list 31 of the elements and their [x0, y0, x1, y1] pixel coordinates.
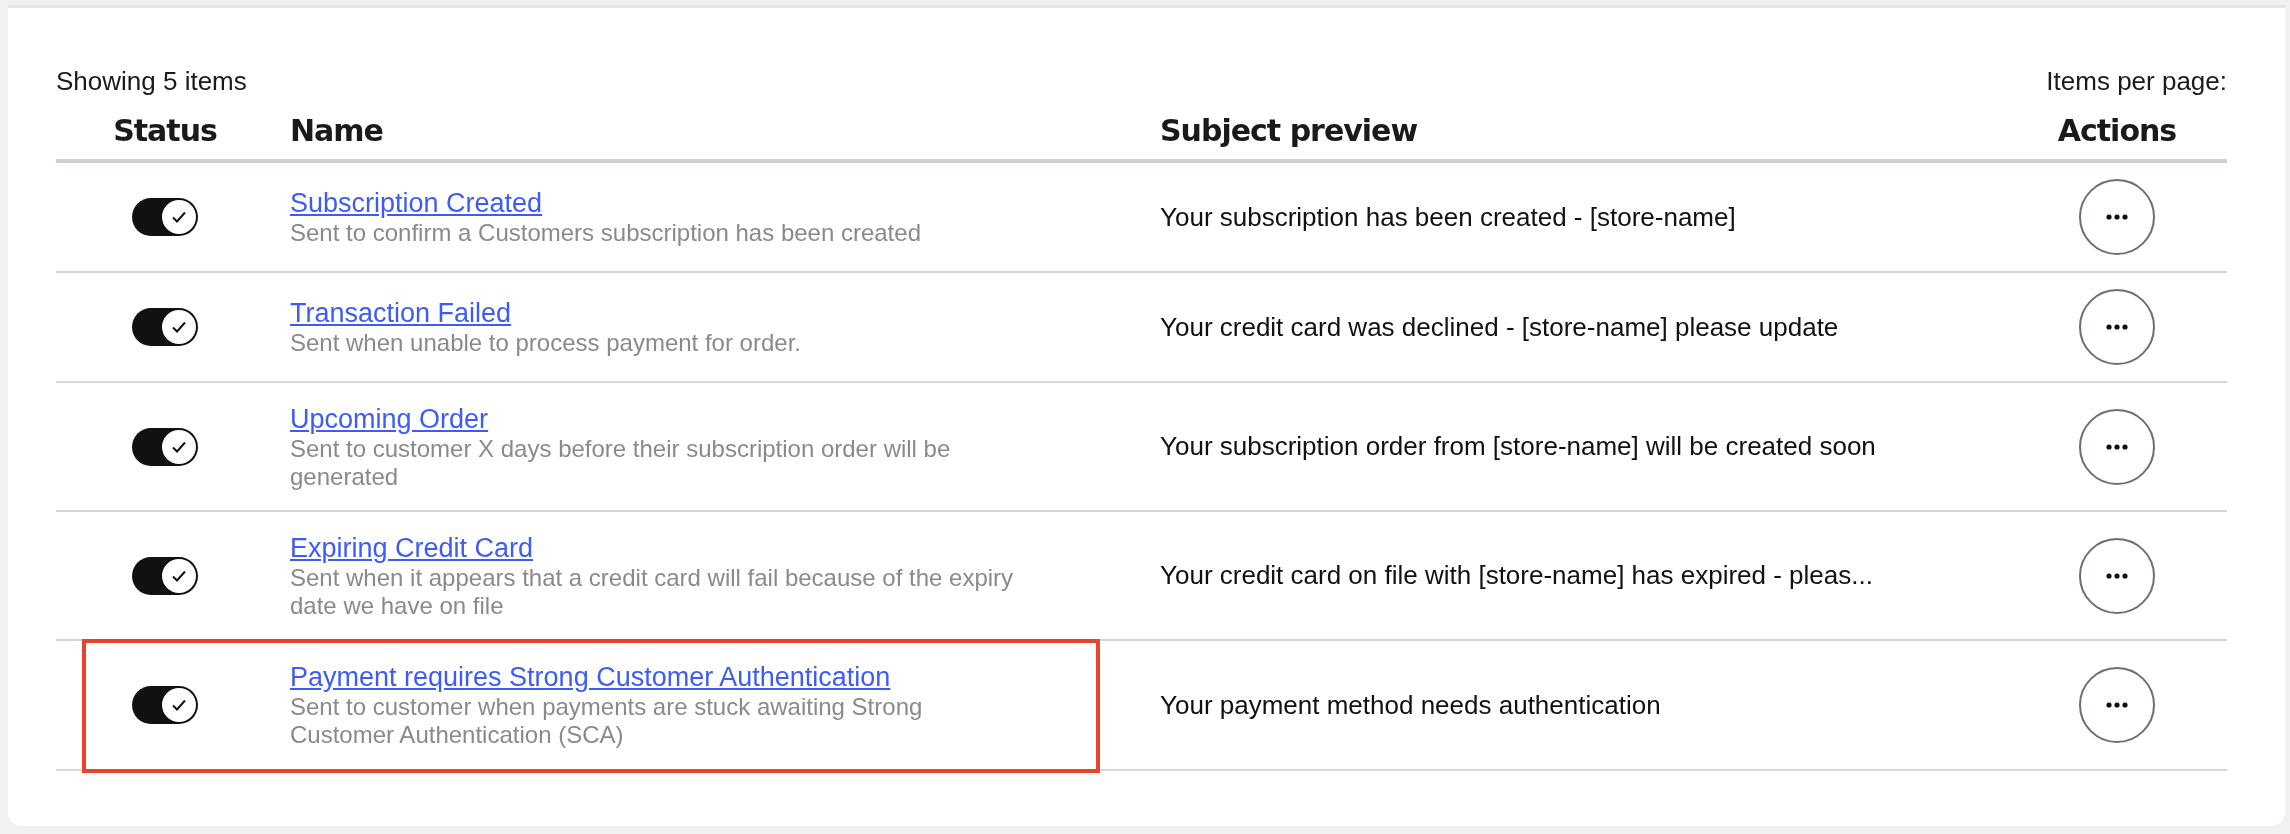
- subject-preview: Your payment method needs authentication: [1160, 689, 1661, 721]
- template-link[interactable]: Upcoming Order: [290, 402, 1030, 435]
- status-toggle[interactable]: [132, 308, 198, 346]
- template-description: Sent to confirm a Customers subscription has been created: [290, 219, 921, 247]
- more-icon: [2106, 702, 2128, 708]
- template-link[interactable]: Payment requires Strong Customer Authentication: [290, 661, 1030, 693]
- more-icon: [2106, 443, 2128, 450]
- status-toggle[interactable]: [132, 427, 198, 466]
- column-header: Status: [113, 113, 217, 148]
- template-description: Sent to customer when payments are stuck awaiting Strong Customer Authentication (SCA): [290, 693, 924, 749]
- subject-preview: Your credit card on file with [store-name] has expired - pleas...: [1160, 560, 1873, 591]
- column-header: Subject preview: [1160, 113, 1418, 148]
- template-description: Sent to customer X days before their subscription order will be generated: [290, 434, 952, 491]
- template-description: Sent when it appears that a credit card will fail because of the expiry date we have on file: [290, 563, 1015, 620]
- subject-preview: Your credit card was declined - [store-name] please update: [1160, 311, 1839, 343]
- template-link[interactable]: Subscription Created: [290, 187, 921, 219]
- subject-preview: Your subscription has been created - [store-name]: [1160, 201, 1736, 233]
- status-toggle[interactable]: [132, 198, 198, 236]
- item-count: Showing 5 items: [56, 65, 247, 97]
- more-icon: [2106, 324, 2128, 330]
- status-toggle[interactable]: [132, 556, 198, 595]
- template-link[interactable]: Transaction Failed: [290, 297, 801, 329]
- column-header: Name: [290, 113, 383, 148]
- subject-preview: Your subscription order from [store-name] will be created soon: [1160, 431, 1876, 462]
- column-header: Actions: [2057, 113, 2177, 148]
- more-icon: [2106, 214, 2128, 220]
- template-description: Sent when unable to process payment for order.: [290, 329, 801, 357]
- items-per-page-label: Items per page:: [2046, 65, 2227, 97]
- status-toggle[interactable]: [132, 686, 198, 724]
- template-link[interactable]: Expiring Credit Card: [290, 531, 1030, 564]
- more-icon: [2106, 572, 2128, 579]
